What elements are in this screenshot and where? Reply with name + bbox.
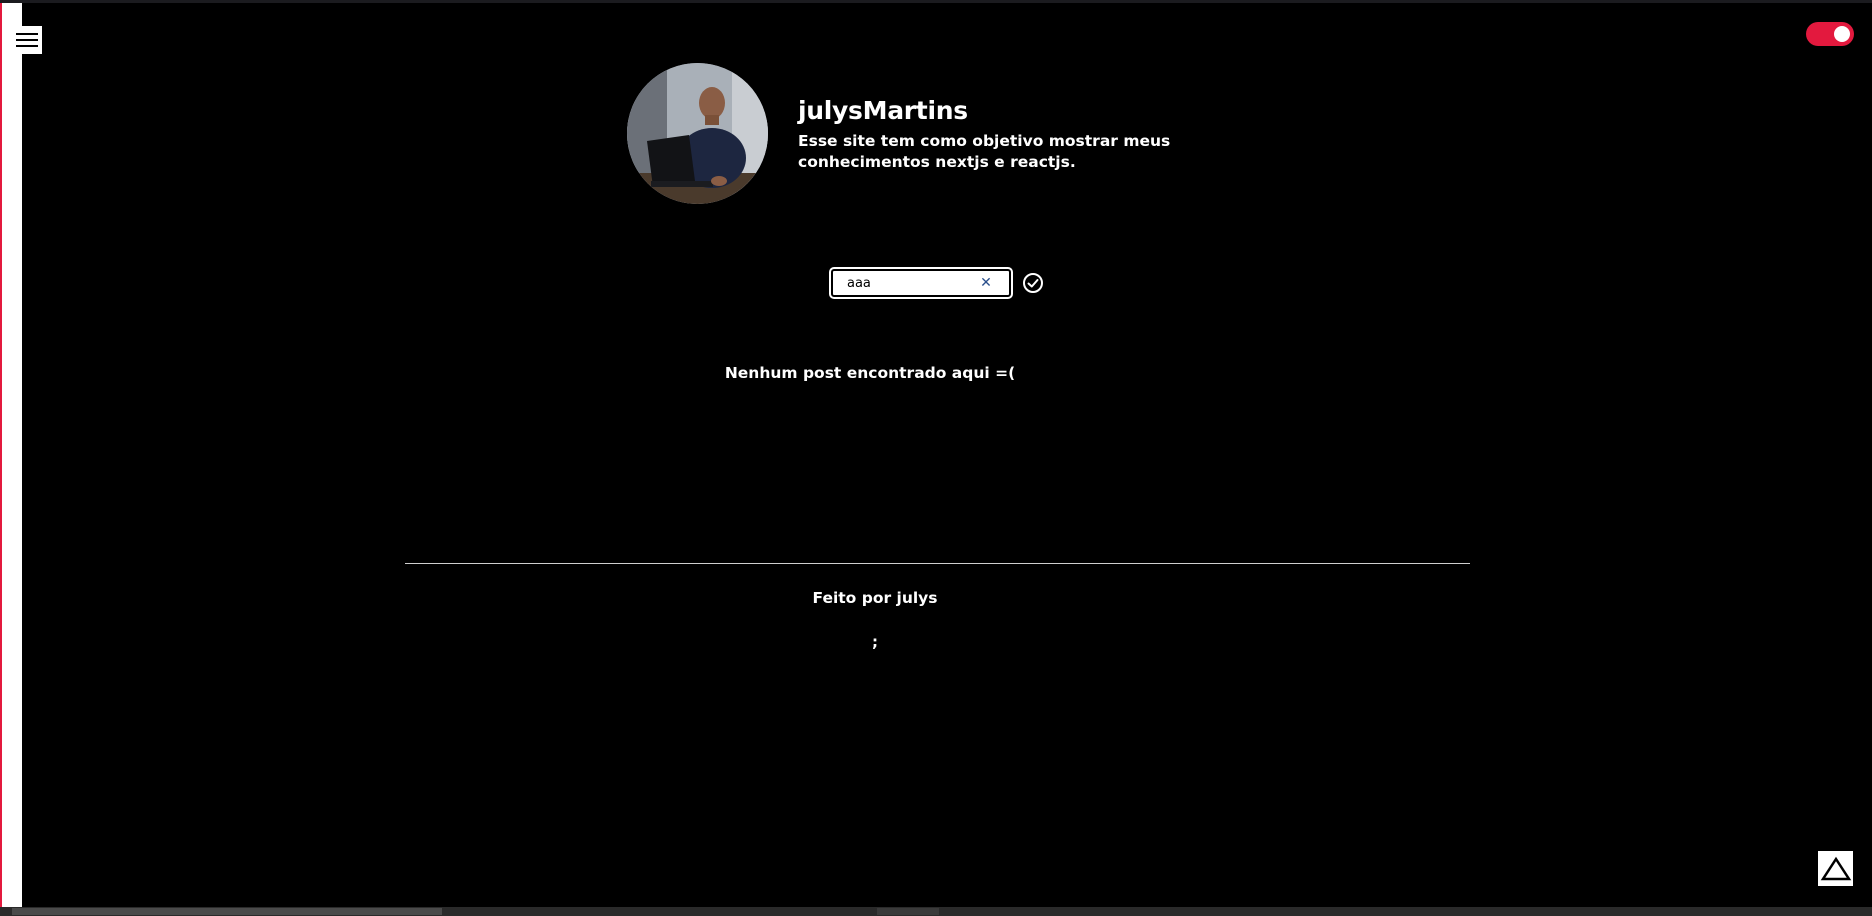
menu-icon-bar [16,39,38,41]
profile-name: julysMartins [798,96,968,125]
avatar-photo [627,63,768,204]
menu-button[interactable] [12,26,42,54]
triangle-up-icon [1820,856,1851,880]
scrollbar-segment [877,908,939,915]
scrollbar-thumb[interactable] [12,908,442,915]
toggle-knob [1834,26,1850,42]
footer-divider [405,563,1470,564]
empty-posts-message: Nenhum post encontrado aqui =( [0,364,1872,382]
scroll-top-button[interactable] [1818,851,1853,886]
check-circle-icon[interactable] [1022,272,1044,294]
profile-description: Esse site tem como objetivo mostrar meus… [798,132,1171,171]
search-box: ✕ [829,267,1013,299]
horizontal-scrollbar[interactable] [0,907,1872,916]
page: julysMartins Esse site tem como objetivo… [0,0,1872,916]
footer-credit: Feito por julys [0,589,1872,607]
close-icon[interactable]: ✕ [979,275,993,291]
search-input[interactable] [833,272,977,294]
footer-extra: ; [0,633,1872,651]
empty-posts-text: Nenhum post encontrado aqui =( [724,364,1016,382]
sidebar-edge [0,3,22,907]
menu-icon-bar [16,33,38,35]
avatar [627,63,768,204]
footer-extra-text: ; [872,633,878,651]
top-strip [0,0,1872,3]
footer-credit-text: Feito por julys [812,589,938,607]
menu-icon-bar [16,45,38,47]
theme-toggle[interactable] [1806,22,1854,46]
